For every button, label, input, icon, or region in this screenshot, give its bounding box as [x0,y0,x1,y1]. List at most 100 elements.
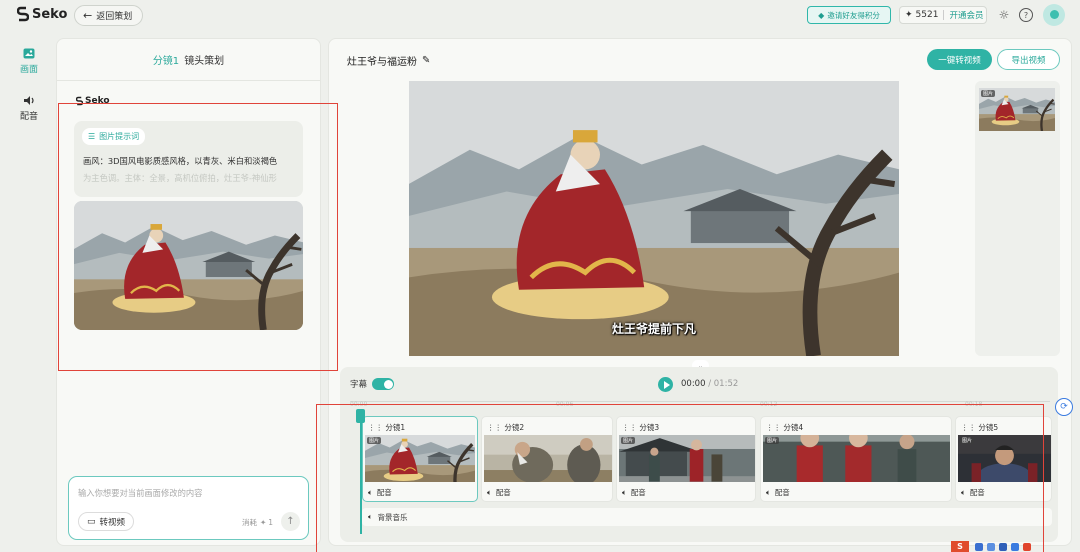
tray-icon[interactable] [975,542,983,551]
clip-dub[interactable]: 🔈︎ 配音 [766,487,790,498]
top-bar: Seko ← 返回策划 ◆ 邀请好友得积分 ✦ 5521 开通会员 ☼ ? [0,0,1080,32]
play-button[interactable] [658,377,673,392]
assistant-float-icon[interactable]: ⟳ [1055,398,1073,416]
cost-value: 1 [268,518,274,527]
preview-art [409,81,899,356]
clip-frame: 图片 [365,435,475,482]
seko-logo[interactable]: Seko [17,6,67,22]
avatar[interactable] [1043,4,1065,26]
sparkle-icon: ✦ [905,10,913,20]
clip-frames: 图片 [958,435,1051,482]
seko-watermark-text: Seko [85,96,110,106]
ruler-tick: 00:18 [965,401,983,408]
bgm-label: 背景音乐 [377,512,408,522]
help-icon[interactable]: ? [1019,8,1033,22]
clip-name: ⋮⋮ 分镜2 [487,423,525,432]
timeline-clip[interactable]: ⋮⋮ 分镜2 🔈︎ 配音 [481,416,613,502]
subtitle-toggle-group: 字幕 [350,378,395,390]
clip-frame: 图片 [763,435,950,482]
preview-subtitle: 灶王爷提前下凡 [611,322,696,336]
user-icon [1049,9,1059,19]
speaker-icon: 🔈︎ [487,487,492,497]
sparkle-icon: ✦ [260,518,267,527]
clip-dub[interactable]: 🔈︎ 配音 [487,487,511,498]
time-ruler[interactable]: 00:00 00:06 00:12 00:18 [350,401,1050,411]
subtitle-toggle-label: 字幕 [350,380,368,390]
shot-image[interactable] [74,201,303,330]
side-thumbnail[interactable]: 图片 [979,88,1055,131]
export-video-button[interactable]: 导出视频 [997,49,1060,70]
tray-icon[interactable] [1011,542,1019,551]
speaker-icon: 🔈︎ [368,487,373,497]
nav-picture[interactable]: 画面 [12,48,46,75]
clip-frame: 图片 [619,435,755,482]
image-prompt-tag: ☰ 图片提示词 [82,128,146,145]
total-time: / 01:52 [708,379,739,389]
timeline-clip[interactable]: ⋮⋮ 分镜4 图片 🔈︎ 配音 [760,416,952,502]
clip-frames: 图片 [763,435,950,482]
shot-number: 分镜1 [152,56,180,67]
background-music-track[interactable]: 🔈︎ 背景音乐 [362,508,1052,526]
clip-frames: 图片 [365,435,475,482]
clip-name: ⋮⋮ 分镜4 [766,423,804,432]
ruler-tick: 00:12 [760,401,778,408]
clip-frame [484,435,612,482]
clip-dub[interactable]: 🔈︎ 配音 [961,487,985,498]
seko-logo-icon [76,96,83,106]
project-title: 灶王爷与福运粉 ✎ [347,53,430,68]
speaker-icon: 🔈︎ [766,487,771,497]
edit-input-box[interactable]: 输入你想要对当前画面修改的内容 ▭ 转视频 消耗 ✦ 1 ↑ [68,476,309,540]
input-method-icon[interactable]: S [951,541,969,552]
gift-icon: ◆ [818,10,825,20]
speaker-icon: 🔈︎ [622,487,627,497]
ruler-tick: 00:00 [350,401,368,408]
image-icon [23,48,35,59]
seko-watermark: Seko [76,96,110,106]
timeline-clip[interactable]: ⋮⋮ 分镜1 图片 🔈︎ 配音 [362,416,478,502]
video-preview[interactable] [409,81,899,356]
current-time: 00:00 [681,379,706,389]
credits-box: ✦ 5521 开通会员 [899,6,987,24]
subtitle-toggle[interactable] [372,378,395,390]
invite-friends-button[interactable]: ◆ 邀请好友得积分 [807,6,891,24]
clip-name: ⋮⋮ 分镜3 [622,423,660,432]
back-to-plan-button[interactable]: ← 返回策划 [74,5,144,26]
back-label: 返回策划 [96,12,133,22]
image-prompt-card[interactable]: ☰ 图片提示词 画风：3D国风电影质感风格，以青灰、米白和淡褐色 为主色调。主体… [74,121,303,197]
project-title-text: 灶王爷与福运粉 [347,57,417,68]
tray-icon[interactable] [987,542,995,551]
tray-icon[interactable] [999,542,1007,551]
send-button[interactable]: ↑ [281,512,300,531]
video-camera-icon: ▭ [87,516,96,527]
arrow-up-icon: ↑ [286,516,295,527]
clip-name: ⋮⋮ 分镜1 [368,423,406,432]
ruler-tick: 00:06 [556,401,574,408]
nav-audio-label: 配音 [19,112,38,122]
nav-audio[interactable]: 配音 [12,95,46,122]
image-prompt-tag-label: 图片提示词 [99,132,140,141]
clip-frame: 图片 [958,435,1051,482]
shot-image-art [74,201,303,330]
one-click-video-button[interactable]: 一键转视频 [927,49,992,70]
sun-icon[interactable]: ☼ [997,8,1011,22]
cost-indicator: 消耗 ✦ 1 [242,517,273,528]
timeline-clip[interactable]: ⋮⋮ 分镜3 图片 🔈︎ 配音 [616,416,756,502]
vip-link[interactable]: 开通会员 [949,9,983,21]
image-badge: 图片 [981,90,996,97]
divider [943,10,945,20]
speaker-icon [24,96,34,105]
cost-label: 消耗 [242,518,257,527]
timeline-clip[interactable]: ⋮⋮ 分镜5 图片 🔈︎ 配音 [955,416,1052,502]
playhead-line [360,416,362,534]
clip-name: ⋮⋮ 分镜5 [961,423,999,432]
to-video-label: 转视频 [99,517,126,528]
pencil-icon[interactable]: ✎ [422,55,430,66]
to-video-button[interactable]: ▭ 转视频 [78,512,135,531]
clip-dub[interactable]: 🔈︎ 配音 [622,487,646,498]
speaker-icon: 🔈︎ [961,487,966,497]
nav-picture-label: 画面 [19,65,38,75]
time-readout: 00:00 / 01:52 [681,379,738,389]
system-tray: S [951,541,1035,552]
clip-dub[interactable]: 🔈︎ 配音 [368,487,392,498]
tray-icon[interactable] [1023,542,1031,551]
